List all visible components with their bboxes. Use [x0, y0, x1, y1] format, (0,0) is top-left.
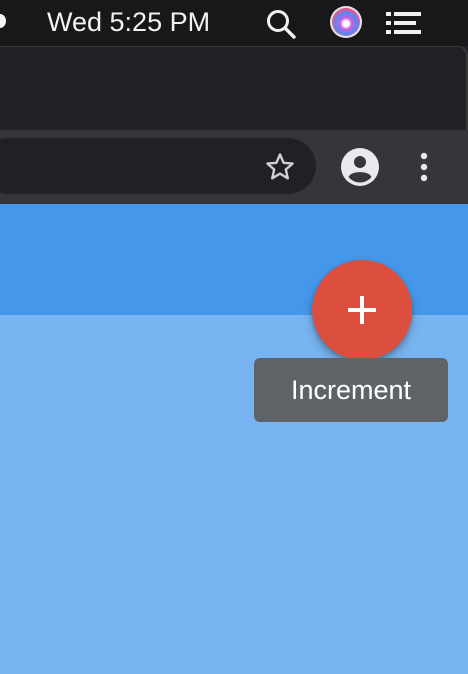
increment-tooltip: Increment [254, 358, 448, 422]
control-center-list-icon[interactable] [384, 8, 424, 38]
plus-icon [348, 296, 376, 324]
menu-bar: Wed 5:25 PM [0, 0, 468, 46]
more-menu-icon[interactable] [414, 150, 434, 184]
increment-button[interactable] [312, 260, 412, 360]
siri-icon[interactable] [330, 6, 362, 38]
menu-bar-clock[interactable]: Wed 5:25 PM [47, 6, 210, 38]
bookmark-star-icon[interactable] [264, 151, 296, 183]
status-item-icon[interactable] [0, 14, 6, 28]
browser-toolbar [0, 130, 468, 204]
window-edge [0, 46, 468, 130]
search-icon[interactable] [264, 7, 298, 41]
account-icon[interactable] [340, 147, 380, 187]
browser-tab-strip [0, 46, 468, 130]
